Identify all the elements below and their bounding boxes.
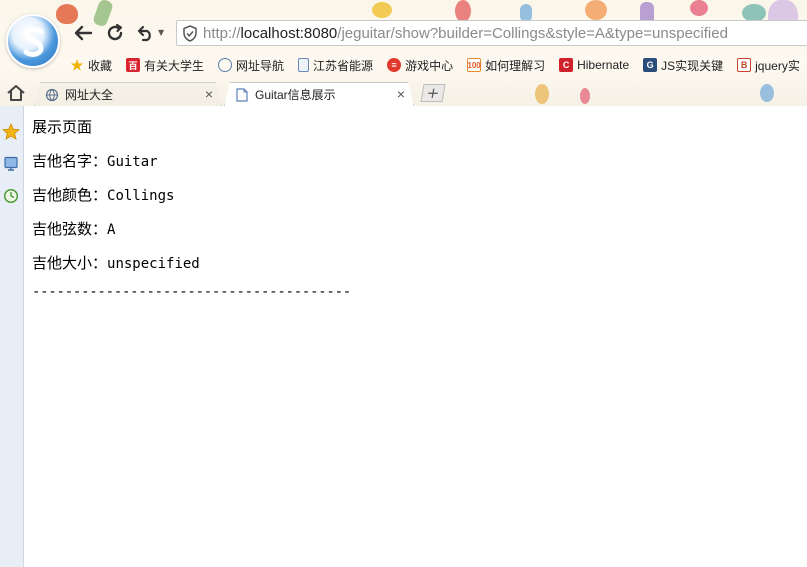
wallpaper-flower bbox=[56, 4, 78, 24]
bookmark-item[interactable]: ≡ 游戏中心 bbox=[387, 56, 453, 74]
bookmark-item[interactable]: C Hibernate bbox=[559, 56, 629, 74]
address-url[interactable]: http://localhost:8080/jeguitar/show?buil… bbox=[203, 25, 728, 42]
url-path: /jeguitar/show?builder=Collings&style=A&… bbox=[337, 24, 728, 42]
refresh-icon bbox=[107, 23, 123, 41]
undo-icon bbox=[137, 25, 151, 42]
bookmarks-bar: ★ 收藏 百 有关大学生 网址导航 江苏省能源 ≡ 游戏中心 100 如何理解习… bbox=[70, 55, 807, 75]
b-icon: B bbox=[737, 58, 752, 72]
field-label: 吉他颜色： bbox=[32, 186, 108, 204]
browser-chrome: ▼ http://localhost:8080/jeguitar/show?bu… bbox=[0, 0, 807, 106]
globe-icon bbox=[218, 58, 233, 72]
bookmark-label: 游戏中心 bbox=[405, 58, 454, 73]
divider-line: --------------------------------------- bbox=[32, 284, 351, 300]
field-label: 吉他大小： bbox=[32, 254, 108, 272]
bookmark-item[interactable]: 网址导航 bbox=[218, 56, 284, 74]
new-tab-button[interactable]: + bbox=[420, 84, 446, 102]
g-icon: G bbox=[643, 58, 658, 72]
tab-label: Guitar信息展示 bbox=[255, 88, 336, 102]
field-label: 吉他弦数： bbox=[32, 220, 108, 238]
wallpaper-flower bbox=[585, 0, 607, 20]
side-panel bbox=[0, 106, 24, 567]
tab-wangzhi-daquan[interactable]: 网址大全 × bbox=[34, 82, 222, 106]
baidu-icon: 百 bbox=[126, 58, 141, 72]
field-value: unspecified bbox=[107, 256, 200, 272]
site-icon: 100 bbox=[467, 58, 482, 72]
wallpaper-flower bbox=[690, 0, 708, 16]
bookmark-label: Hibernate bbox=[577, 58, 630, 72]
address-bar[interactable]: http://localhost:8080/jeguitar/show?buil… bbox=[176, 20, 807, 46]
star-icon[interactable] bbox=[2, 123, 20, 141]
home-button[interactable] bbox=[6, 84, 26, 102]
refresh-button[interactable] bbox=[104, 22, 126, 44]
globe-icon bbox=[45, 88, 59, 102]
game-icon: ≡ bbox=[387, 58, 402, 72]
field-value: Guitar bbox=[107, 154, 158, 170]
wallpaper-butterfly bbox=[372, 2, 392, 18]
bookmark-favorites[interactable]: ★ 收藏 bbox=[70, 56, 112, 74]
wallpaper-flower bbox=[455, 0, 471, 22]
close-tab-icon[interactable]: × bbox=[205, 87, 213, 101]
bookmark-label: jquery实 bbox=[755, 58, 800, 73]
close-tab-icon[interactable]: × bbox=[397, 87, 405, 101]
tab-label: 网址大全 bbox=[65, 88, 114, 102]
bookmark-item[interactable]: G JS实现关键 bbox=[643, 56, 723, 74]
bookmark-label: 网址导航 bbox=[236, 58, 285, 73]
bookmark-label: 收藏 bbox=[88, 58, 113, 73]
field-value: Collings bbox=[107, 188, 175, 204]
tab-strip: 网址大全 × Guitar信息展示 × + bbox=[0, 80, 807, 106]
clock-icon[interactable] bbox=[2, 187, 20, 205]
field-guitar-name: 吉他名字：Guitar bbox=[32, 150, 158, 171]
url-host: localhost:8080 bbox=[240, 24, 338, 42]
bookmark-label: JS实现关键 bbox=[661, 58, 724, 73]
shield-icon[interactable] bbox=[177, 21, 203, 45]
back-button[interactable] bbox=[72, 22, 94, 44]
arrow-left-icon bbox=[74, 25, 93, 41]
monitor-icon[interactable] bbox=[2, 155, 20, 173]
page-icon bbox=[235, 88, 249, 102]
tab-guitar-info[interactable]: Guitar信息展示 × bbox=[224, 82, 414, 106]
browser-logo-icon[interactable] bbox=[6, 14, 60, 68]
page-title: 展示页面 bbox=[32, 118, 93, 136]
bookmark-label: 如何理解习 bbox=[485, 58, 546, 73]
bookmark-item[interactable]: 江苏省能源 bbox=[298, 56, 373, 74]
field-guitar-strings: 吉他弦数：A bbox=[32, 218, 115, 239]
bookmark-item[interactable]: 100 如何理解习 bbox=[467, 56, 545, 74]
home-icon bbox=[7, 85, 25, 101]
bookmark-label: 江苏省能源 bbox=[313, 58, 374, 73]
bookmark-item[interactable]: 百 有关大学生 bbox=[126, 56, 204, 74]
c-icon: C bbox=[559, 58, 574, 72]
bookmark-item[interactable]: B jquery实 bbox=[737, 56, 800, 74]
star-icon: ★ bbox=[70, 56, 84, 73]
undo-dropdown-caret-icon[interactable]: ▼ bbox=[158, 28, 164, 37]
field-value: A bbox=[107, 222, 116, 238]
field-label: 吉他名字： bbox=[32, 152, 108, 170]
field-guitar-color: 吉他颜色：Collings bbox=[32, 184, 174, 205]
page-icon bbox=[298, 58, 310, 72]
undo-button[interactable] bbox=[134, 22, 156, 44]
url-scheme: http:// bbox=[203, 24, 241, 42]
field-guitar-size: 吉他大小：unspecified bbox=[32, 252, 200, 273]
bookmark-label: 有关大学生 bbox=[144, 58, 205, 73]
